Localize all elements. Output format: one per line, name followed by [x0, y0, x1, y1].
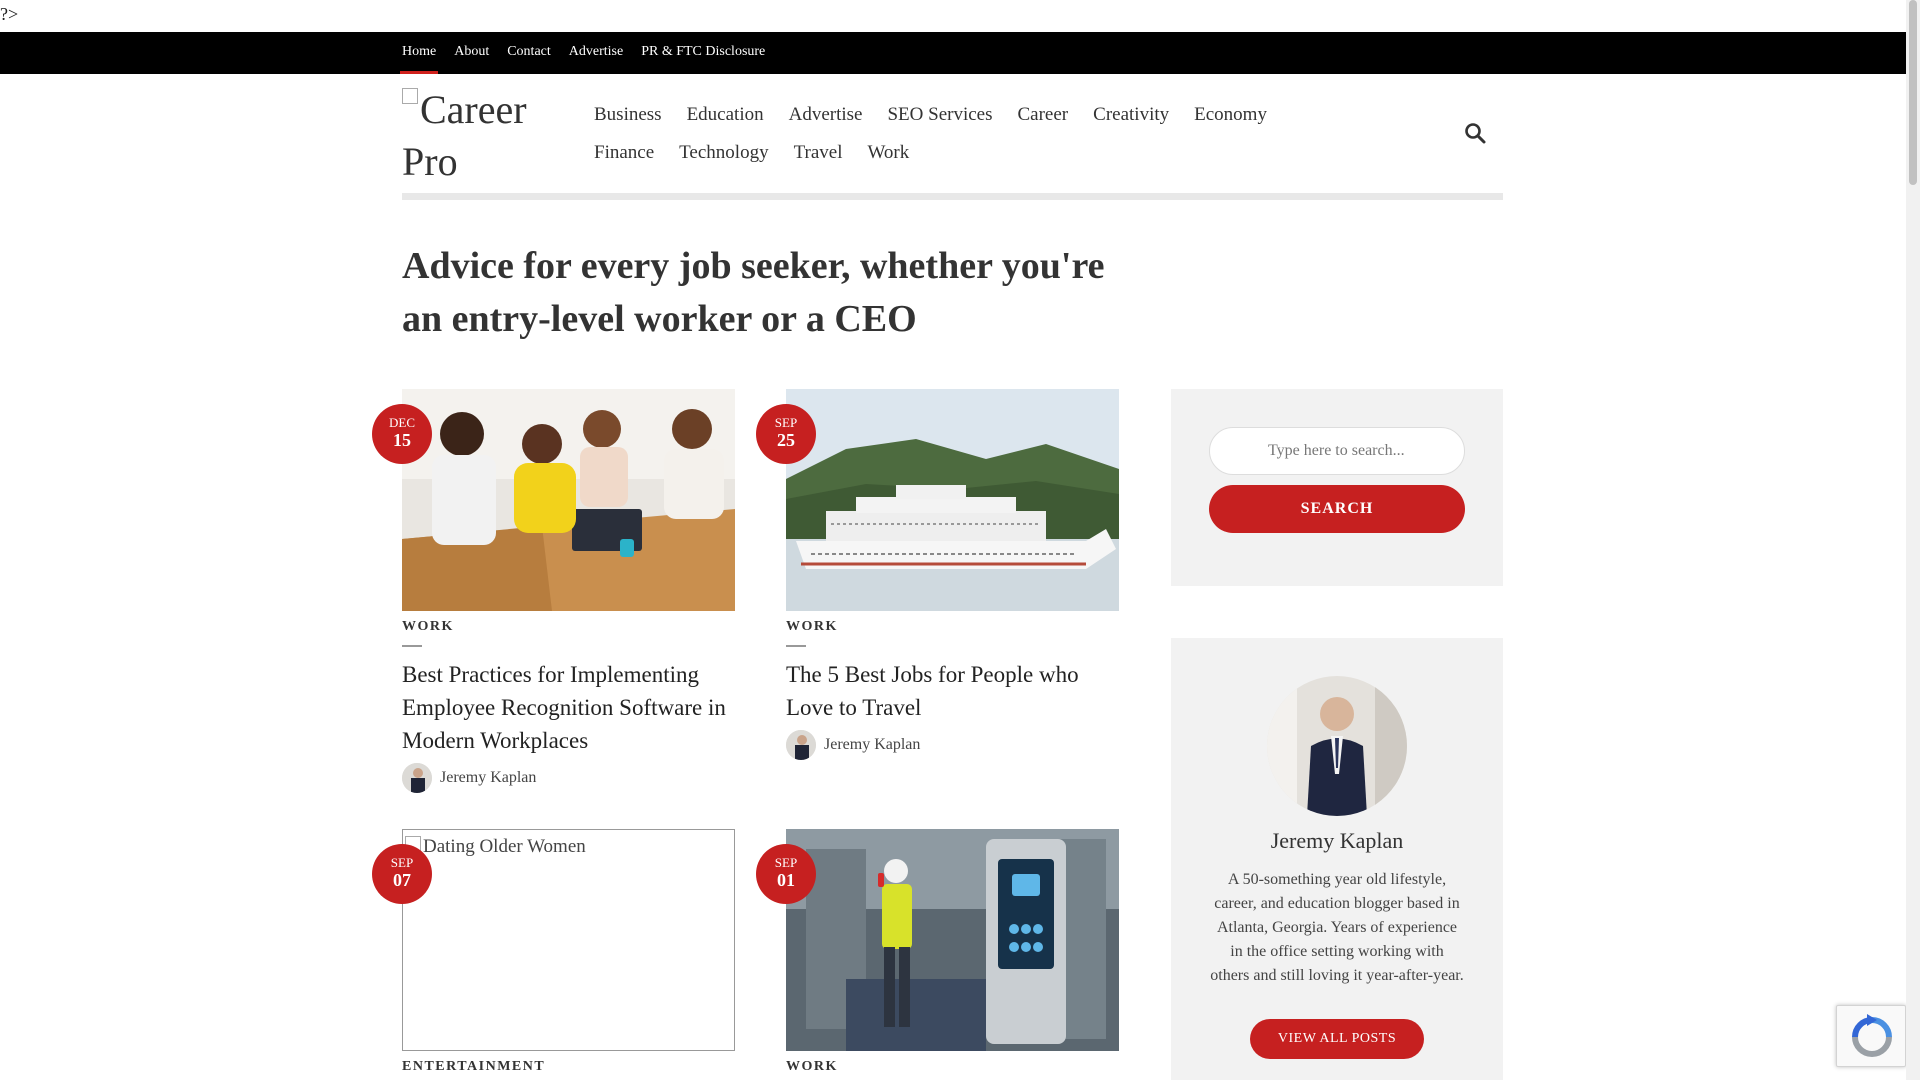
date-day: 07: [393, 870, 411, 890]
post-author[interactable]: Jeremy Kaplan: [786, 730, 1119, 760]
top-bar: Home About Contact Advertise PR & FTC Di…: [0, 32, 1906, 74]
post-thumbnail[interactable]: [402, 389, 735, 611]
nav-advertise[interactable]: Advertise: [789, 96, 863, 134]
author-name: Jeremy Kaplan: [824, 736, 921, 753]
page-scrollbar[interactable]: [1906, 0, 1920, 1080]
nav-finance[interactable]: Finance: [594, 134, 654, 172]
php-artifact-text: ?>: [0, 4, 19, 24]
author-name: Jeremy Kaplan: [1270, 828, 1404, 853]
post-thumbnail[interactable]: [786, 389, 1119, 611]
logo-alt-text: Career Pro: [402, 87, 527, 184]
nav-work[interactable]: Work: [868, 134, 910, 172]
page-tagline: Advice for every job seeker, whether you…: [402, 245, 1105, 340]
top-nav-home[interactable]: Home: [399, 32, 445, 74]
post-card: SEP 07 Dating Older Women ENTERTAINMENT: [372, 829, 735, 1075]
recaptcha-badge[interactable]: [1836, 1005, 1906, 1067]
post-thumbnail[interactable]: [786, 829, 1119, 1051]
date-day: 15: [393, 430, 411, 450]
broken-image-icon: [402, 88, 418, 104]
top-nav-disclosure[interactable]: PR & FTC Disclosure: [632, 32, 774, 74]
top-nav: Home About Contact Advertise PR & FTC Di…: [399, 32, 774, 74]
avatar: [402, 763, 432, 793]
search-widget: SEARCH: [1171, 389, 1503, 586]
date-month: SEP: [390, 855, 414, 870]
nav-education[interactable]: Education: [687, 96, 764, 134]
nav-travel[interactable]: Travel: [794, 134, 843, 172]
nav-technology[interactable]: Technology: [679, 134, 768, 172]
nav-career[interactable]: Career: [1018, 96, 1069, 134]
date-badge: SEP 07: [372, 844, 432, 904]
author-bio: A 50-something year old lifestyle, caree…: [1210, 871, 1464, 984]
date-day: 25: [777, 430, 795, 450]
search-button[interactable]: SEARCH: [1209, 485, 1465, 533]
search-input[interactable]: [1209, 427, 1465, 475]
avatar: [786, 730, 816, 760]
post-author[interactable]: Jeremy Kaplan: [402, 763, 735, 793]
date-badge: DEC 15: [372, 404, 432, 464]
post-card: DEC 15 WORK Best Practices for Implement…: [372, 389, 735, 793]
header-divider: [402, 193, 1503, 200]
post-title[interactable]: The 5 Best Jobs for People who Love to T…: [786, 658, 1119, 724]
date-day: 01: [777, 870, 795, 890]
author-widget: Jeremy Kaplan A 50-something year old li…: [1171, 638, 1503, 1080]
top-nav-about[interactable]: About: [445, 32, 498, 74]
date-badge: SEP 01: [756, 844, 816, 904]
post-card: SEP 01 WORK: [756, 829, 1119, 1075]
post-category[interactable]: WORK: [786, 1059, 1119, 1075]
post-card: SEP 25 WORK The 5 Best Jobs for People w…: [756, 389, 1119, 760]
scrollbar-thumb[interactable]: [1909, 0, 1917, 185]
date-month: SEP: [774, 855, 798, 870]
post-category[interactable]: WORK: [786, 619, 1119, 635]
image-alt: Dating Older Women: [405, 836, 586, 858]
date-badge: SEP 25: [756, 404, 816, 464]
author-name: Jeremy Kaplan: [440, 769, 537, 786]
post-category[interactable]: ENTERTAINMENT: [402, 1059, 735, 1075]
main-nav: Business Education Advertise SEO Service…: [594, 96, 1354, 172]
date-month: SEP: [774, 415, 798, 430]
post-thumbnail[interactable]: Dating Older Women: [402, 829, 735, 1051]
top-nav-advertise[interactable]: Advertise: [560, 32, 632, 74]
nav-business[interactable]: Business: [594, 96, 662, 134]
image-alt-text: Dating Older Women: [423, 836, 586, 857]
post-category[interactable]: WORK: [402, 619, 735, 635]
search-icon[interactable]: [1463, 121, 1487, 145]
nav-creativity[interactable]: Creativity: [1093, 96, 1169, 134]
date-month: DEC: [389, 415, 415, 430]
site-logo[interactable]: Career Pro: [402, 84, 562, 188]
nav-economy[interactable]: Economy: [1194, 96, 1267, 134]
category-divider: [402, 645, 422, 647]
author-photo: [1267, 676, 1407, 816]
nav-seo-services[interactable]: SEO Services: [887, 96, 992, 134]
view-all-posts-button[interactable]: VIEW ALL POSTS: [1250, 1019, 1424, 1059]
category-divider: [786, 645, 806, 647]
top-nav-contact[interactable]: Contact: [498, 32, 560, 74]
post-title[interactable]: Best Practices for Implementing Employee…: [402, 658, 735, 757]
recaptcha-icon: [1852, 1014, 1892, 1057]
